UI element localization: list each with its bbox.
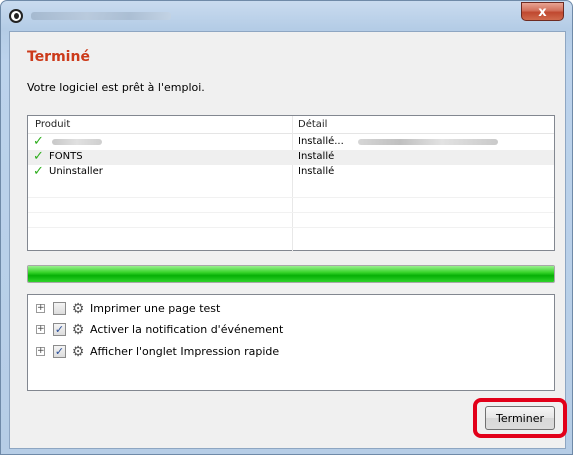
close-button[interactable]: x: [521, 2, 564, 21]
option-label[interactable]: Imprimer une page test: [90, 302, 220, 315]
list-row[interactable]: ✓ FONTS Installé: [28, 150, 554, 165]
expand-icon[interactable]: +: [36, 347, 45, 356]
installer-window: x Terminé Votre logiciel est prêt à l'em…: [0, 0, 573, 455]
column-header-product[interactable]: Produit: [35, 119, 70, 130]
window-title-blurred: [31, 12, 171, 20]
row-detail: Installé...: [298, 136, 344, 147]
gear-icon: ⚙: [71, 322, 85, 338]
list-header: Produit Détail: [28, 116, 554, 134]
list-row[interactable]: ✓ Uninstaller Installé: [28, 165, 554, 180]
column-header-detail[interactable]: Détail: [298, 119, 327, 130]
title-bar[interactable]: x: [1, 1, 572, 31]
gear-icon: ⚙: [71, 344, 85, 360]
row-gridline: [28, 197, 554, 198]
product-name-blurred: [52, 139, 102, 145]
product-list[interactable]: Produit Détail ✓ Installé... ✓ FONTS Ins…: [27, 115, 555, 252]
row-product: Uninstaller: [49, 166, 103, 177]
option-checkbox[interactable]: ✓: [53, 323, 66, 336]
expand-icon[interactable]: +: [36, 325, 45, 334]
option-checkbox[interactable]: ✓: [53, 345, 66, 358]
progress-fill: [28, 266, 554, 282]
page-title: Terminé: [27, 49, 90, 65]
expand-icon[interactable]: +: [36, 304, 45, 313]
row-detail: Installé: [298, 166, 335, 177]
detail-blurred: [358, 139, 498, 145]
row-gridline: [28, 227, 554, 228]
row-gridline: [28, 212, 554, 213]
app-icon: [9, 9, 23, 23]
dialog-content: Terminé Votre logiciel est prêt à l'empl…: [9, 31, 567, 449]
page-subtitle: Votre logiciel est prêt à l'emploi.: [27, 81, 205, 94]
check-icon: ✓: [33, 164, 44, 179]
gear-icon: ⚙: [71, 301, 85, 317]
check-icon: ✓: [33, 149, 44, 164]
option-item[interactable]: + ⚙ Imprimer une page test: [28, 301, 554, 317]
highlight-frame: [473, 398, 567, 438]
option-checkbox[interactable]: [53, 302, 66, 315]
row-product: FONTS: [49, 151, 83, 162]
option-item[interactable]: + ✓ ⚙ Activer la notification d'événemen…: [28, 322, 554, 338]
row-detail: Installé: [298, 151, 335, 162]
options-tree[interactable]: + ⚙ Imprimer une page test + ✓ ⚙ Activer…: [27, 294, 555, 391]
option-item[interactable]: + ✓ ⚙ Afficher l'onglet Impression rapid…: [28, 344, 554, 360]
progress-bar: [27, 265, 555, 283]
option-label[interactable]: Activer la notification d'événement: [90, 323, 283, 336]
check-icon: ✓: [33, 134, 44, 149]
list-row[interactable]: ✓ Installé...: [28, 135, 554, 150]
option-label[interactable]: Afficher l'onglet Impression rapide: [90, 345, 279, 358]
